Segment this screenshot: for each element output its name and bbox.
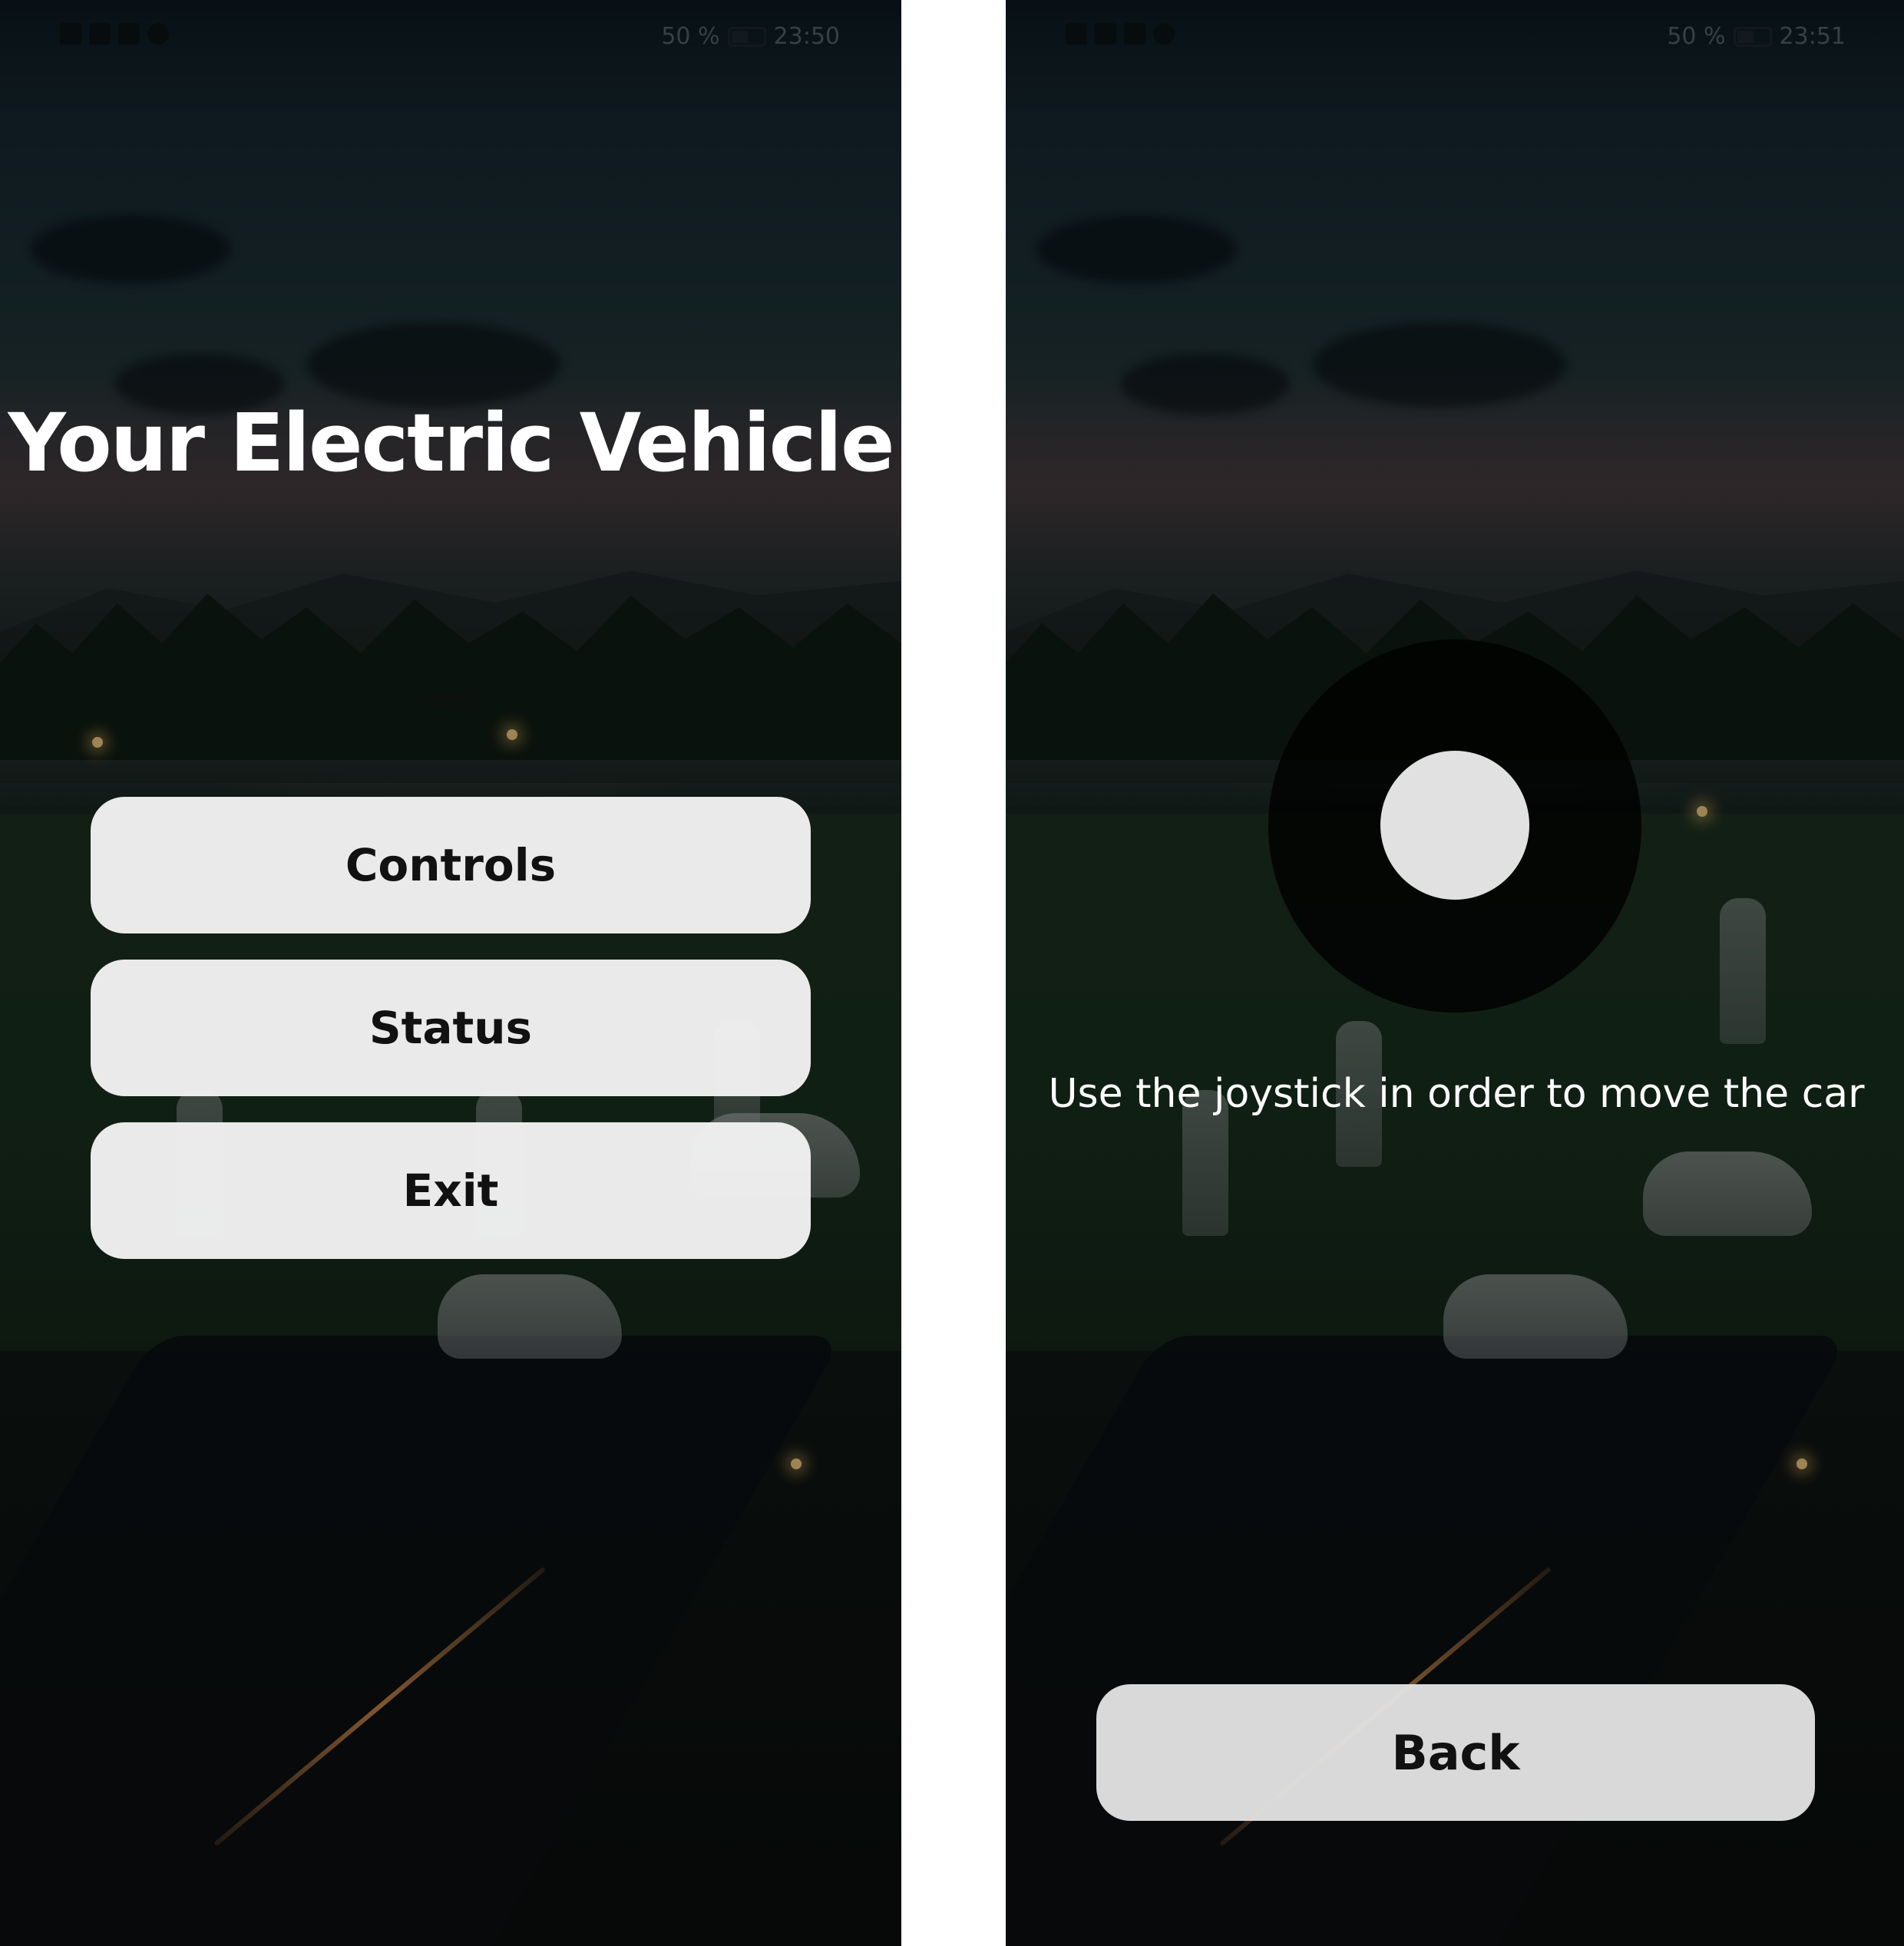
status-right: 50 % 23:50 — [661, 23, 840, 50]
status-bar: 50 % 23:50 — [60, 23, 840, 54]
back-button[interactable]: Back — [1096, 1684, 1815, 1821]
app-icon — [147, 23, 169, 45]
battery-percent: 50 % — [1667, 23, 1726, 50]
app-title: Your Electric Vehicle — [8, 396, 895, 490]
battery-percent: 50 % — [661, 23, 720, 50]
status-icons — [1066, 23, 1175, 45]
status-bar: 50 % 23:51 — [1066, 23, 1846, 54]
status-time: 23:51 — [1779, 23, 1846, 50]
sim-icon — [1066, 23, 1087, 45]
app-icon — [1153, 23, 1175, 45]
sim-icon — [60, 23, 81, 45]
mute-icon — [1124, 23, 1145, 45]
joystick-hint: Use the joystick in order to move the ca… — [1048, 1071, 1865, 1117]
battery-icon — [727, 26, 766, 47]
controls-button[interactable]: Controls — [91, 797, 811, 933]
battery-icon — [1733, 26, 1772, 47]
status-button[interactable]: Status — [91, 960, 811, 1096]
menu-screen: 50 % 23:50 Your Electric Vehicle Control… — [0, 0, 901, 1946]
status-right: 50 % 23:51 — [1667, 23, 1846, 50]
mute-icon — [118, 23, 140, 45]
wifi-icon — [1095, 23, 1116, 45]
exit-button[interactable]: Exit — [91, 1122, 811, 1259]
status-time: 23:50 — [773, 23, 840, 50]
joystick-knob[interactable] — [1380, 751, 1529, 900]
status-icons — [60, 23, 169, 45]
wifi-icon — [89, 23, 111, 45]
controls-screen: 50 % 23:51 Use the joystick in order to … — [1006, 0, 1904, 1946]
